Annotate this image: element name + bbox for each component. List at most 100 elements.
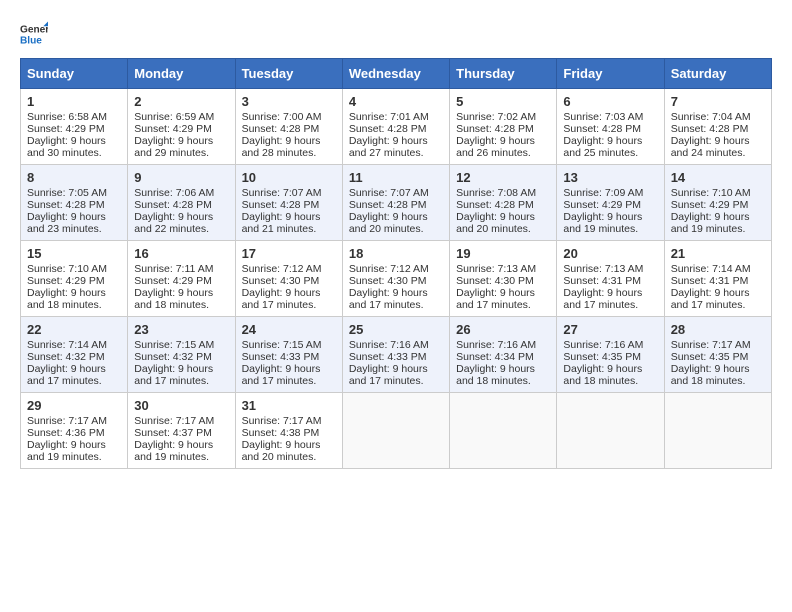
sunrise-label: Sunrise: 7:13 AM: [456, 263, 536, 275]
sunset-label: Sunset: 4:28 PM: [242, 123, 320, 135]
sunset-label: Sunset: 4:28 PM: [242, 199, 320, 211]
calendar-cell: 22 Sunrise: 7:14 AM Sunset: 4:32 PM Dayl…: [21, 317, 128, 393]
calendar-week-row: 8 Sunrise: 7:05 AM Sunset: 4:28 PM Dayli…: [21, 165, 772, 241]
sunrise-label: Sunrise: 7:17 AM: [134, 415, 214, 427]
day-header-tuesday: Tuesday: [235, 59, 342, 89]
sunset-label: Sunset: 4:36 PM: [27, 427, 105, 439]
sunset-label: Sunset: 4:35 PM: [671, 351, 749, 363]
sunset-label: Sunset: 4:29 PM: [27, 275, 105, 287]
daylight-label: Daylight: 9 hours and 17 minutes.: [349, 287, 428, 311]
sunrise-label: Sunrise: 7:07 AM: [349, 187, 429, 199]
sunrise-label: Sunrise: 7:10 AM: [671, 187, 751, 199]
sunrise-label: Sunrise: 7:02 AM: [456, 111, 536, 123]
sunset-label: Sunset: 4:38 PM: [242, 427, 320, 439]
daylight-label: Daylight: 9 hours and 17 minutes.: [242, 287, 321, 311]
calendar-cell: 25 Sunrise: 7:16 AM Sunset: 4:33 PM Dayl…: [342, 317, 449, 393]
day-number: 18: [349, 246, 443, 261]
daylight-label: Daylight: 9 hours and 18 minutes.: [134, 287, 213, 311]
day-number: 29: [27, 398, 121, 413]
sunrise-label: Sunrise: 7:10 AM: [27, 263, 107, 275]
day-number: 23: [134, 322, 228, 337]
page-header: General Blue: [20, 20, 772, 48]
sunrise-label: Sunrise: 7:17 AM: [27, 415, 107, 427]
calendar-cell: [450, 393, 557, 469]
sunrise-label: Sunrise: 7:17 AM: [671, 339, 751, 351]
calendar-cell: 30 Sunrise: 7:17 AM Sunset: 4:37 PM Dayl…: [128, 393, 235, 469]
sunset-label: Sunset: 4:31 PM: [671, 275, 749, 287]
sunrise-label: Sunrise: 7:09 AM: [563, 187, 643, 199]
sunrise-label: Sunrise: 7:00 AM: [242, 111, 322, 123]
calendar-cell: 24 Sunrise: 7:15 AM Sunset: 4:33 PM Dayl…: [235, 317, 342, 393]
sunrise-label: Sunrise: 7:08 AM: [456, 187, 536, 199]
sunset-label: Sunset: 4:28 PM: [349, 199, 427, 211]
calendar-cell: [557, 393, 664, 469]
day-number: 20: [563, 246, 657, 261]
day-number: 1: [27, 94, 121, 109]
daylight-label: Daylight: 9 hours and 28 minutes.: [242, 135, 321, 159]
calendar-cell: 14 Sunrise: 7:10 AM Sunset: 4:29 PM Dayl…: [664, 165, 771, 241]
sunrise-label: Sunrise: 7:11 AM: [134, 263, 213, 275]
daylight-label: Daylight: 9 hours and 19 minutes.: [563, 211, 642, 235]
calendar-cell: 13 Sunrise: 7:09 AM Sunset: 4:29 PM Dayl…: [557, 165, 664, 241]
calendar-cell: 31 Sunrise: 7:17 AM Sunset: 4:38 PM Dayl…: [235, 393, 342, 469]
sunset-label: Sunset: 4:34 PM: [456, 351, 534, 363]
day-header-sunday: Sunday: [21, 59, 128, 89]
daylight-label: Daylight: 9 hours and 17 minutes.: [349, 363, 428, 387]
sunset-label: Sunset: 4:28 PM: [671, 123, 749, 135]
day-number: 15: [27, 246, 121, 261]
sunrise-label: Sunrise: 7:05 AM: [27, 187, 107, 199]
daylight-label: Daylight: 9 hours and 17 minutes.: [134, 363, 213, 387]
calendar-table: SundayMondayTuesdayWednesdayThursdayFrid…: [20, 58, 772, 469]
calendar-cell: 16 Sunrise: 7:11 AM Sunset: 4:29 PM Dayl…: [128, 241, 235, 317]
sunset-label: Sunset: 4:35 PM: [563, 351, 641, 363]
calendar-week-row: 15 Sunrise: 7:10 AM Sunset: 4:29 PM Dayl…: [21, 241, 772, 317]
sunset-label: Sunset: 4:33 PM: [242, 351, 320, 363]
calendar-cell: 27 Sunrise: 7:16 AM Sunset: 4:35 PM Dayl…: [557, 317, 664, 393]
sunset-label: Sunset: 4:28 PM: [456, 123, 534, 135]
sunset-label: Sunset: 4:28 PM: [27, 199, 105, 211]
daylight-label: Daylight: 9 hours and 18 minutes.: [563, 363, 642, 387]
sunset-label: Sunset: 4:29 PM: [563, 199, 641, 211]
sunrise-label: Sunrise: 7:06 AM: [134, 187, 214, 199]
day-number: 10: [242, 170, 336, 185]
calendar-cell: 5 Sunrise: 7:02 AM Sunset: 4:28 PM Dayli…: [450, 89, 557, 165]
calendar-cell: 15 Sunrise: 7:10 AM Sunset: 4:29 PM Dayl…: [21, 241, 128, 317]
daylight-label: Daylight: 9 hours and 29 minutes.: [134, 135, 213, 159]
day-number: 8: [27, 170, 121, 185]
daylight-label: Daylight: 9 hours and 19 minutes.: [27, 439, 106, 463]
sunrise-label: Sunrise: 7:03 AM: [563, 111, 643, 123]
sunrise-label: Sunrise: 7:12 AM: [349, 263, 429, 275]
sunrise-label: Sunrise: 7:13 AM: [563, 263, 643, 275]
daylight-label: Daylight: 9 hours and 17 minutes.: [27, 363, 106, 387]
daylight-label: Daylight: 9 hours and 17 minutes.: [242, 363, 321, 387]
day-number: 17: [242, 246, 336, 261]
calendar-cell: 26 Sunrise: 7:16 AM Sunset: 4:34 PM Dayl…: [450, 317, 557, 393]
day-header-saturday: Saturday: [664, 59, 771, 89]
day-number: 16: [134, 246, 228, 261]
daylight-label: Daylight: 9 hours and 22 minutes.: [134, 211, 213, 235]
daylight-label: Daylight: 9 hours and 20 minutes.: [242, 439, 321, 463]
day-number: 24: [242, 322, 336, 337]
sunrise-label: Sunrise: 7:14 AM: [671, 263, 751, 275]
daylight-label: Daylight: 9 hours and 21 minutes.: [242, 211, 321, 235]
day-number: 2: [134, 94, 228, 109]
day-number: 31: [242, 398, 336, 413]
daylight-label: Daylight: 9 hours and 26 minutes.: [456, 135, 535, 159]
sunset-label: Sunset: 4:29 PM: [671, 199, 749, 211]
logo-icon: General Blue: [20, 20, 48, 48]
sunrise-label: Sunrise: 7:17 AM: [242, 415, 322, 427]
daylight-label: Daylight: 9 hours and 19 minutes.: [671, 211, 750, 235]
calendar-week-row: 22 Sunrise: 7:14 AM Sunset: 4:32 PM Dayl…: [21, 317, 772, 393]
sunrise-label: Sunrise: 7:01 AM: [349, 111, 429, 123]
day-number: 30: [134, 398, 228, 413]
calendar-cell: 7 Sunrise: 7:04 AM Sunset: 4:28 PM Dayli…: [664, 89, 771, 165]
sunrise-label: Sunrise: 7:16 AM: [349, 339, 429, 351]
sunrise-label: Sunrise: 7:07 AM: [242, 187, 322, 199]
sunrise-label: Sunrise: 7:04 AM: [671, 111, 751, 123]
calendar-cell: 1 Sunrise: 6:58 AM Sunset: 4:29 PM Dayli…: [21, 89, 128, 165]
daylight-label: Daylight: 9 hours and 30 minutes.: [27, 135, 106, 159]
calendar-cell: 9 Sunrise: 7:06 AM Sunset: 4:28 PM Dayli…: [128, 165, 235, 241]
sunset-label: Sunset: 4:29 PM: [134, 275, 212, 287]
calendar-cell: 8 Sunrise: 7:05 AM Sunset: 4:28 PM Dayli…: [21, 165, 128, 241]
sunrise-label: Sunrise: 7:15 AM: [242, 339, 322, 351]
